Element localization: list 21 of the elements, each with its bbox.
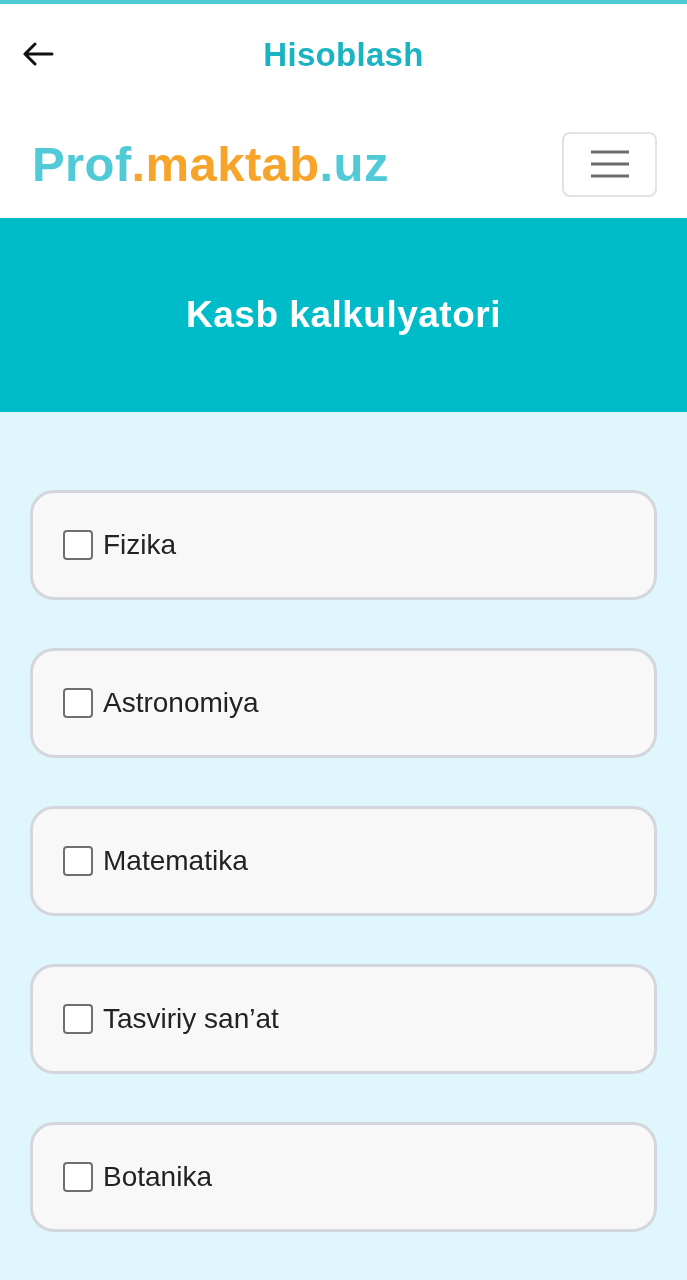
menu-button[interactable] xyxy=(562,131,657,197)
hero-title: Kasb kalkulyatori xyxy=(186,292,501,337)
subject-label: Botanika xyxy=(103,1160,212,1194)
subject-option-card[interactable]: Botanika xyxy=(30,1122,657,1232)
subject-option-card[interactable]: Fizika xyxy=(30,490,657,600)
subject-label: Matematika xyxy=(103,844,248,878)
subject-option-card[interactable]: Astronomiya xyxy=(30,648,657,758)
subject-option-card[interactable]: Matematika xyxy=(30,806,657,916)
subject-checkbox[interactable] xyxy=(63,1004,93,1034)
back-button[interactable] xyxy=(22,42,54,66)
subject-label: Fizika xyxy=(103,528,177,562)
subject-label: Astronomiya xyxy=(103,686,259,720)
subject-checkbox[interactable] xyxy=(63,846,93,876)
subject-checkbox[interactable] xyxy=(63,1162,93,1192)
subject-label: Tasviriy san’at xyxy=(103,1002,279,1036)
menu-icon xyxy=(590,150,629,178)
page-title: Hisoblash xyxy=(263,37,424,71)
back-arrow-icon xyxy=(22,42,54,66)
subject-checkbox[interactable] xyxy=(63,688,93,718)
subject-checkbox[interactable] xyxy=(63,530,93,560)
subject-option-card[interactable]: Tasviriy san’at xyxy=(30,964,657,1074)
